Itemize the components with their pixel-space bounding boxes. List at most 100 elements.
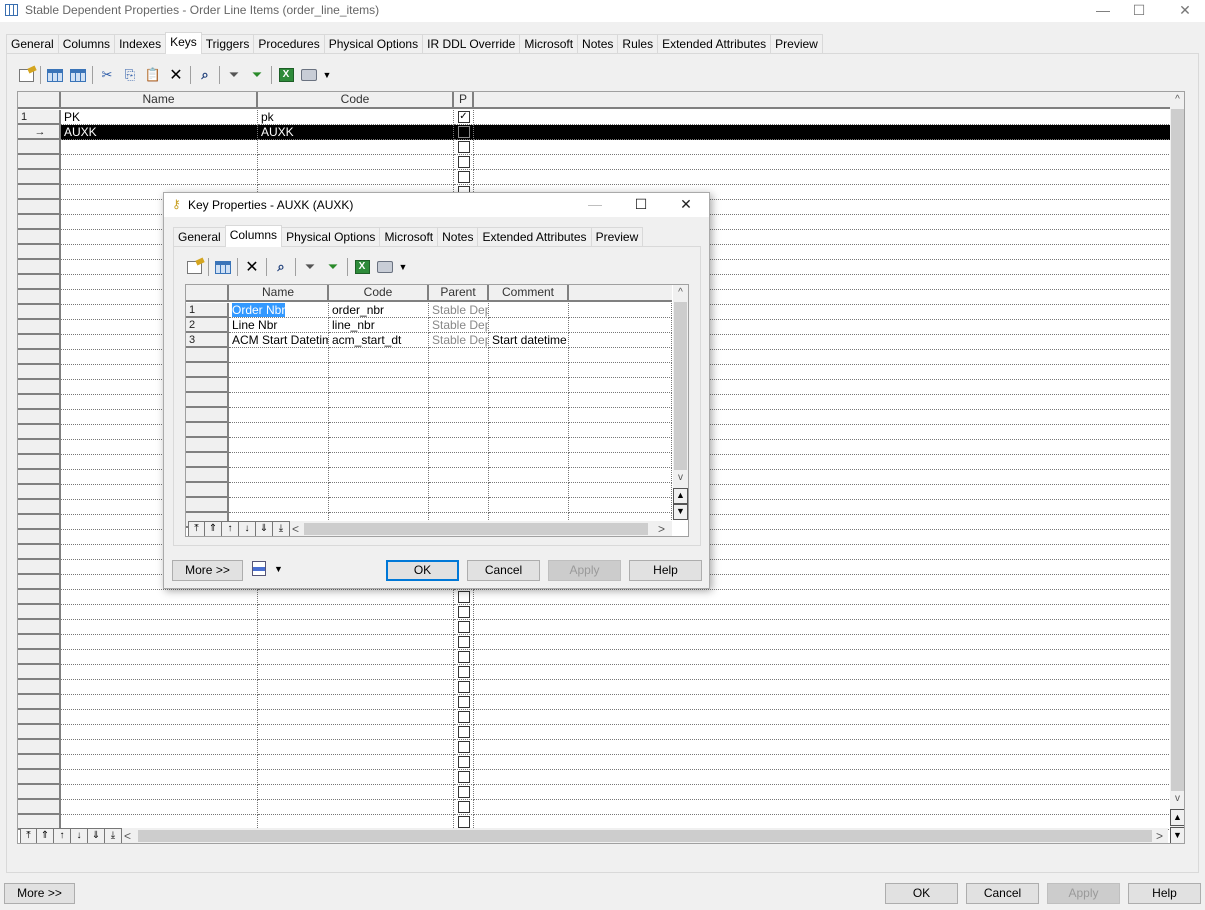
delete-icon[interactable]: ✕ bbox=[166, 65, 186, 85]
prev-page-icon[interactable]: ⇑ bbox=[37, 828, 54, 843]
row-header[interactable] bbox=[18, 635, 61, 650]
scroll-bottom-icon[interactable]: ▼ bbox=[673, 504, 688, 520]
empty-cell[interactable] bbox=[61, 725, 258, 740]
empty-cell[interactable] bbox=[329, 498, 429, 513]
dialog-ok-button[interactable]: OK bbox=[386, 560, 459, 581]
dialog-help-button[interactable]: Help bbox=[629, 560, 702, 581]
prev-row-icon[interactable]: ↑ bbox=[54, 828, 71, 843]
empty-cell[interactable] bbox=[454, 620, 474, 635]
vertical-scroll-thumb[interactable] bbox=[674, 302, 687, 470]
empty-row[interactable] bbox=[18, 725, 1171, 740]
empty-cell[interactable] bbox=[474, 770, 1171, 785]
empty-row[interactable] bbox=[18, 650, 1171, 665]
empty-cell[interactable] bbox=[258, 635, 454, 650]
paste-icon[interactable]: 📋 bbox=[143, 65, 163, 85]
column-header-code[interactable]: Code bbox=[329, 285, 429, 300]
tab-microsoft[interactable]: Microsoft bbox=[519, 34, 579, 54]
row-header[interactable] bbox=[18, 395, 61, 410]
table-row[interactable]: 2 Line Nbr line_nbr Stable Dep bbox=[186, 318, 672, 333]
table-row[interactable]: 1 PK pk ✓ bbox=[18, 110, 1171, 125]
filter-icon[interactable]: ⏷ bbox=[224, 65, 244, 85]
empty-cell[interactable] bbox=[61, 665, 258, 680]
empty-cell[interactable] bbox=[474, 650, 1171, 665]
empty-row[interactable] bbox=[18, 665, 1171, 680]
copy-icon[interactable]: ⎘ bbox=[120, 65, 140, 85]
vertical-scrollbar[interactable]: ^ v ▲ bbox=[1170, 92, 1184, 827]
row-header[interactable] bbox=[18, 440, 61, 455]
primary-checkbox[interactable] bbox=[457, 786, 470, 798]
empty-cell[interactable] bbox=[429, 363, 489, 378]
horizontal-scroll-thumb[interactable] bbox=[304, 523, 648, 535]
empty-row[interactable] bbox=[186, 483, 672, 498]
row-number[interactable]: 1 bbox=[186, 303, 229, 318]
row-header[interactable] bbox=[18, 155, 61, 170]
empty-row[interactable] bbox=[18, 740, 1171, 755]
row-header[interactable] bbox=[186, 423, 229, 438]
row-header[interactable] bbox=[18, 680, 61, 695]
row-header[interactable] bbox=[186, 363, 229, 378]
empty-cell[interactable] bbox=[569, 468, 672, 483]
scroll-down-icon[interactable]: v bbox=[673, 472, 688, 483]
help-button[interactable]: Help bbox=[1128, 883, 1201, 904]
scroll-up-icon[interactable]: ^ bbox=[673, 287, 688, 298]
empty-row[interactable] bbox=[18, 155, 1171, 170]
tab-indexes[interactable]: Indexes bbox=[114, 34, 167, 54]
empty-cell[interactable] bbox=[258, 755, 454, 770]
table-row[interactable]: 1 Order Nbr order_nbr Stable Dep bbox=[186, 303, 672, 318]
scroll-down-icon[interactable]: v bbox=[1170, 793, 1184, 804]
last-row-icon[interactable]: ⤓ bbox=[273, 521, 290, 536]
column-header-code[interactable]: Code bbox=[258, 92, 454, 107]
cell-parent[interactable]: Stable Dep bbox=[429, 303, 489, 318]
empty-row[interactable] bbox=[18, 680, 1171, 695]
empty-cell[interactable] bbox=[258, 710, 454, 725]
empty-row[interactable] bbox=[18, 170, 1171, 185]
cell-primary[interactable]: ✓ bbox=[454, 110, 474, 125]
empty-cell[interactable] bbox=[258, 680, 454, 695]
empty-row[interactable] bbox=[186, 408, 672, 423]
row-number[interactable]: 1 bbox=[18, 110, 61, 125]
primary-checkbox[interactable] bbox=[457, 606, 470, 618]
empty-cell[interactable] bbox=[229, 468, 329, 483]
table-row[interactable]: → AUXK AUXK bbox=[18, 125, 1171, 140]
cell-primary[interactable] bbox=[454, 125, 474, 140]
row-header[interactable] bbox=[18, 740, 61, 755]
empty-cell[interactable] bbox=[569, 438, 672, 453]
empty-cell[interactable] bbox=[454, 710, 474, 725]
primary-checkbox[interactable] bbox=[457, 726, 470, 738]
primary-checkbox[interactable] bbox=[457, 741, 470, 753]
dialog-more-button[interactable]: More >> bbox=[172, 560, 243, 581]
primary-checkbox[interactable] bbox=[457, 621, 470, 633]
next-page-icon[interactable]: ⇓ bbox=[88, 828, 105, 843]
table-row[interactable]: 3 ACM Start Datetime acm_start_dt Stable… bbox=[186, 333, 672, 348]
row-header[interactable] bbox=[18, 170, 61, 185]
dialog-maximize-button[interactable]: ☐ bbox=[618, 194, 664, 216]
row-header[interactable] bbox=[18, 575, 61, 590]
empty-cell[interactable] bbox=[474, 740, 1171, 755]
property-sheet-dropdown-icon[interactable]: ▼ bbox=[274, 564, 283, 574]
tab-preview[interactable]: Preview bbox=[590, 227, 644, 247]
scroll-left-icon[interactable]: < bbox=[124, 829, 131, 843]
primary-checkbox[interactable] bbox=[457, 156, 470, 168]
empty-cell[interactable] bbox=[61, 635, 258, 650]
primary-checkbox[interactable] bbox=[457, 696, 470, 708]
empty-row[interactable] bbox=[186, 498, 672, 513]
empty-cell[interactable] bbox=[229, 363, 329, 378]
empty-row[interactable] bbox=[18, 695, 1171, 710]
row-header[interactable] bbox=[18, 620, 61, 635]
empty-cell[interactable] bbox=[474, 755, 1171, 770]
empty-cell[interactable] bbox=[61, 695, 258, 710]
empty-cell[interactable] bbox=[429, 453, 489, 468]
empty-cell[interactable] bbox=[329, 378, 429, 393]
empty-cell[interactable] bbox=[569, 483, 672, 498]
vertical-scroll-thumb[interactable] bbox=[1171, 109, 1184, 791]
print-icon[interactable] bbox=[375, 257, 395, 277]
primary-checkbox[interactable] bbox=[457, 141, 470, 153]
empty-cell[interactable] bbox=[61, 170, 258, 185]
next-row-icon[interactable]: ↓ bbox=[239, 521, 256, 536]
cell-code[interactable]: AUXK bbox=[258, 125, 454, 140]
first-row-icon[interactable]: ⤒ bbox=[188, 521, 205, 536]
empty-cell[interactable] bbox=[429, 498, 489, 513]
empty-cell[interactable] bbox=[329, 438, 429, 453]
empty-cell[interactable] bbox=[454, 800, 474, 815]
primary-checkbox[interactable] bbox=[457, 171, 470, 183]
